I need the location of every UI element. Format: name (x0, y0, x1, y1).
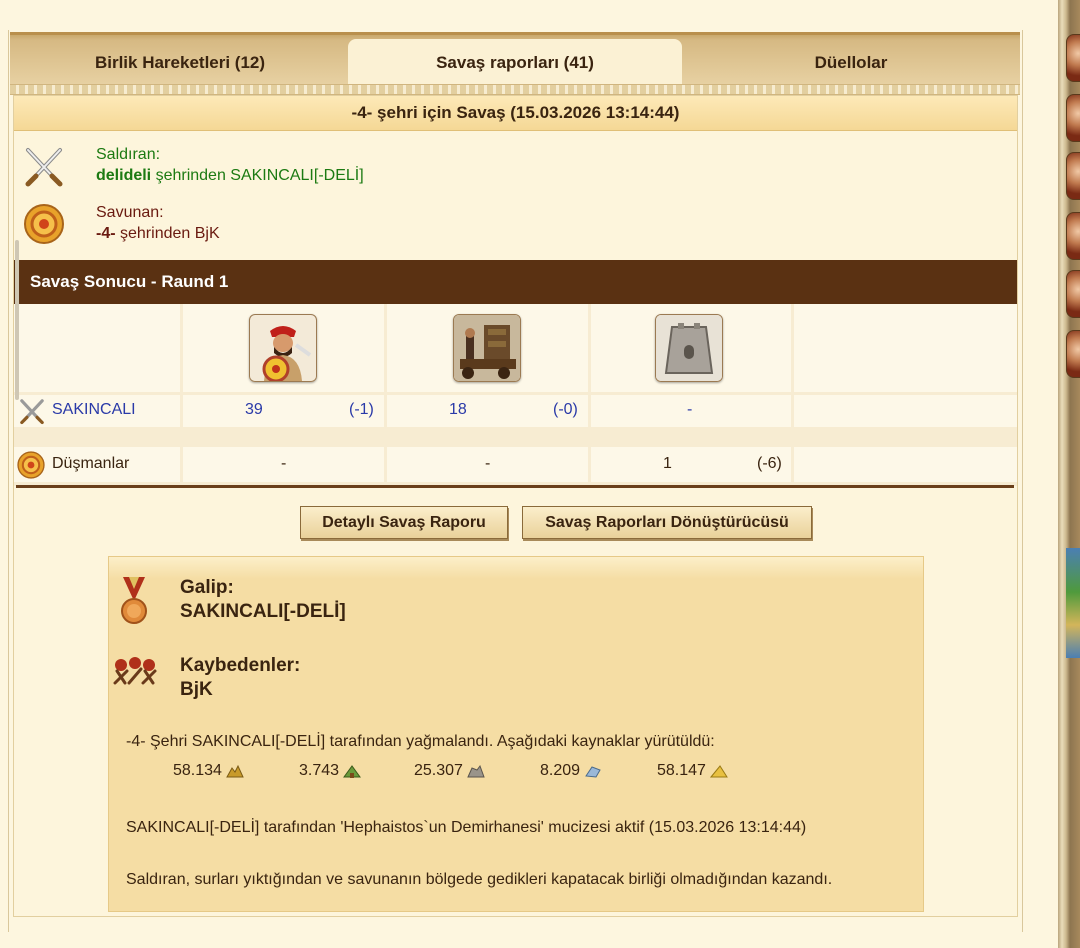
crossed-swords-icon (20, 399, 44, 425)
shield-icon (24, 204, 64, 244)
winner-label: Galip: (180, 577, 234, 598)
tab-duels[interactable]: Düellolar (682, 39, 1020, 87)
resource-wood: 3.743 (299, 762, 362, 780)
medal-icon (121, 577, 147, 624)
siege-figure (454, 315, 520, 381)
losers-label: Kaybedenler: (180, 655, 301, 676)
unit-table: SAKINCALI 39 (-1) 18 (-0) - Düşmanlar - (14, 304, 1017, 486)
unit-count: - (485, 455, 491, 472)
resource-value: 58.134 (173, 762, 222, 779)
table-cell: - (183, 447, 384, 482)
decorative-border (10, 84, 1020, 95)
table-empty-cell (794, 447, 1017, 482)
defender-label: Savunan: (96, 204, 164, 221)
resource-value: 8.209 (540, 762, 581, 779)
scrollbar[interactable] (15, 240, 19, 400)
table-cell: 39 (-1) (183, 395, 384, 427)
fallen-soldiers-icon (113, 657, 157, 685)
resource-stone: 25.307 (414, 762, 485, 780)
resource-value: 58.147 (657, 762, 706, 779)
round-title: Savaş Sonucu - Raund 1 (30, 272, 229, 291)
wood-icon (343, 765, 362, 778)
attacker-city-link[interactable]: delideli (96, 167, 151, 184)
table-cell: - (591, 395, 791, 427)
tab-bar: Birlik Hareketleri (12) Savaş raporları … (10, 32, 1020, 87)
crossed-swords-icon (25, 148, 63, 187)
side-panel-strip (1058, 0, 1080, 948)
siege-tower-unit-icon[interactable] (453, 314, 521, 382)
detailed-report-button[interactable]: Detaylı Savaş Raporu (300, 506, 508, 539)
swordsman-unit-icon[interactable] (249, 314, 317, 382)
map-preview[interactable] (1066, 548, 1080, 658)
defender-city-link[interactable]: -4- (96, 225, 116, 242)
wall-figure (656, 315, 722, 381)
table-empty-cell (794, 304, 1017, 392)
table-cell: - (387, 447, 588, 482)
attacker-label: Saldıran: (96, 146, 161, 163)
iron-icon (585, 766, 601, 778)
report-converter-button[interactable]: Savaş Raporları Dönüştürücüsü (522, 506, 812, 539)
defender-source: -4- şehrinden BjK (96, 225, 220, 243)
table-corner (14, 304, 180, 392)
table-row-label: SAKINCALI (14, 395, 180, 427)
side-portrait-icon[interactable] (1066, 212, 1080, 260)
attacker-info: Saldıran: delideli şehrinden SAKINCALI[-… (14, 140, 614, 190)
attacker-player[interactable]: şehrinden SAKINCALI[-DELİ] (151, 167, 364, 184)
defender-info: Savunan: -4- şehrinden BjK (14, 198, 614, 248)
enemies-label: Düşmanlar (52, 455, 130, 472)
resource-value: 3.743 (299, 762, 340, 779)
side-portrait-icon[interactable] (1066, 330, 1080, 378)
wall-unit-icon[interactable] (655, 314, 723, 382)
unit-loss: (-1) (349, 401, 374, 418)
side-portrait-icon[interactable] (1066, 34, 1080, 82)
losers-name[interactable]: BjK (180, 679, 213, 701)
victory-reason-text: Saldıran, surları yıktığından ve savunan… (126, 871, 833, 888)
unit-count: 39 (245, 401, 263, 418)
table-row-label: Düşmanlar (14, 447, 180, 482)
unit-count: - (687, 401, 693, 418)
unit-count: 18 (449, 401, 467, 418)
unit-loss: (-0) (553, 401, 578, 418)
tab-battle-reports[interactable]: Savaş raporları (41) (348, 39, 682, 87)
battle-summary: Galip: SAKINCALI[-DELİ] Kaybedenler: BjK… (108, 556, 924, 912)
attacker-source: delideli şehrinden SAKINCALI[-DELİ] (96, 167, 364, 185)
report-title: -4- şehri için Savaş (15.03.2026 13:14:4… (14, 96, 1017, 131)
winner-name[interactable]: SAKINCALI[-DELİ] (180, 601, 346, 623)
unit-count: - (281, 455, 287, 472)
table-bottom-rule (16, 485, 1014, 488)
side-portrait-icon[interactable] (1066, 94, 1080, 142)
stone-icon (467, 764, 485, 778)
resource-food: 58.147 (657, 762, 728, 780)
resource-value: 25.307 (414, 762, 463, 779)
unit-header-cell (591, 304, 791, 392)
player-link[interactable]: SAKINCALI (52, 401, 136, 419)
table-empty-cell (794, 395, 1017, 427)
round-result-bar: Savaş Sonucu - Raund 1 (14, 260, 1017, 304)
table-cell: 1 (-6) (591, 447, 791, 482)
table-cell: 18 (-0) (387, 395, 588, 427)
unit-count: 1 (663, 455, 672, 472)
resource-gold: 58.134 (173, 762, 244, 780)
unit-header-cell (387, 304, 588, 392)
swordsman-figure (250, 315, 316, 381)
defender-player[interactable]: şehrinden BjK (116, 225, 220, 242)
side-portrait-icon[interactable] (1066, 152, 1080, 200)
summary-top-band (109, 557, 923, 579)
loot-text: -4- Şehri SAKINCALI[-DELİ] tarafından ya… (126, 733, 715, 750)
side-portrait-icon[interactable] (1066, 270, 1080, 318)
gold-icon (226, 764, 244, 778)
shield-icon (17, 451, 45, 479)
resource-iron: 8.209 (540, 762, 602, 780)
food-icon (709, 765, 728, 778)
unit-header-cell (183, 304, 384, 392)
wonder-text: SAKINCALI[-DELİ] tarafından 'Hephaistos`… (126, 819, 807, 836)
battle-report: -4- şehri için Savaş (15.03.2026 13:14:4… (13, 95, 1018, 917)
unit-loss: (-6) (757, 455, 782, 472)
tab-troop-movements[interactable]: Birlik Hareketleri (12) (10, 39, 350, 87)
